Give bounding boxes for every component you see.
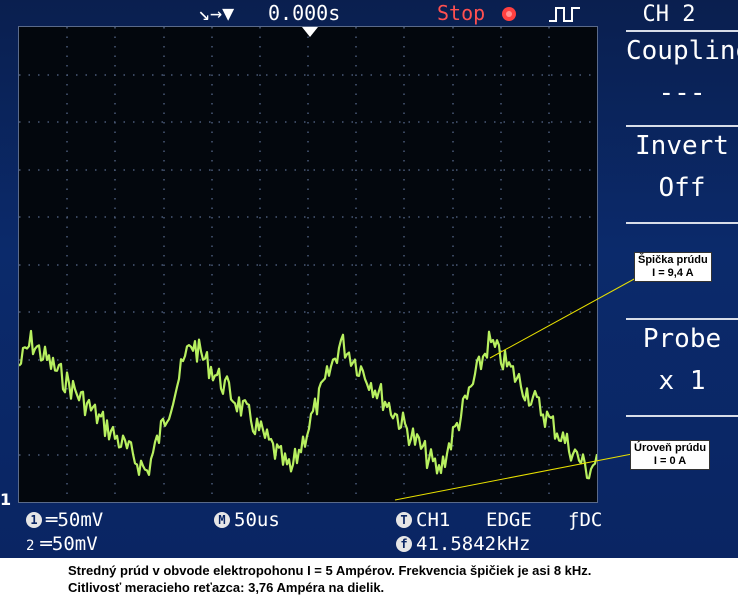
ch1-coupling-icon: ═ — [46, 509, 58, 531]
ch2-status: 2 ═50mV — [26, 533, 98, 555]
menu-coupling-label: Coupling — [626, 36, 738, 66]
frequency-badge: f — [396, 536, 412, 552]
timebase-value: 50us — [234, 509, 280, 531]
ch1-scale: 50mV — [57, 509, 104, 531]
frequency-value: 41.5842kHz — [416, 533, 531, 555]
zero-callout-value: I = 0 A — [653, 455, 687, 467]
waveform-display — [18, 26, 598, 503]
frequency-status: f 41.5842kHz — [396, 533, 530, 555]
zero-callout-title: Úroveň prúdu — [634, 442, 707, 454]
channel-title: CH 2 — [642, 2, 696, 27]
peak-callout-title: Špička prúdu — [638, 254, 708, 266]
ch1-status: 1 ═50mV — [26, 509, 103, 531]
trigger-status: T CH1 — [396, 509, 450, 531]
menu-probe-label: Probe — [642, 324, 722, 354]
trigger-coupling: DC — [579, 509, 603, 531]
menu-coupling[interactable]: Coupling --- — [626, 30, 738, 122]
trigger-source: CH1 — [416, 509, 451, 531]
caption-line-2: Citlivosť meracieho reťazca: 3,76 Ampéra… — [68, 580, 385, 595]
trigger-coupling-status: ƒDC — [568, 509, 602, 531]
pulse-icon — [548, 4, 582, 28]
menu-invert[interactable]: Invert Off — [626, 125, 738, 222]
peak-callout: Špička prúdu I = 9,4 A — [634, 252, 712, 282]
trigger-position-marker — [302, 27, 318, 37]
ch2-scale: 50mV — [51, 533, 98, 555]
zero-callout: Úroveň prúdu I = 0 A — [630, 440, 711, 470]
oscilloscope-screen: ↘→▼ 0.000s Stop 1 CH 2 Coupling --- Inve… — [0, 0, 738, 558]
time-offset: 0.000s — [268, 1, 341, 25]
timebase-badge: M — [214, 512, 230, 528]
run-state[interactable]: Stop — [437, 1, 485, 25]
menu-invert-label: Invert — [635, 131, 729, 161]
ch2-index: 2 — [26, 538, 35, 554]
menu-probe-value: x 1 — [658, 366, 706, 396]
trigger-mode: EDGE — [486, 509, 532, 531]
ch1-trace — [19, 329, 597, 480]
bottom-status-bar: 1 ═50mV 2 ═50mV M 50us T CH1 EDGE ƒDC f 41.58… — [0, 503, 602, 558]
peak-callout-value: I = 9,4 A — [652, 267, 694, 279]
ch1-badge: 1 — [26, 512, 42, 528]
menu-coupling-value: --- — [658, 78, 706, 108]
menu-probe[interactable]: Probe x 1 — [626, 318, 738, 415]
trigger-edge-icon: ƒ — [568, 509, 580, 531]
stop-icon — [500, 4, 518, 28]
trigger-badge: T — [396, 512, 412, 528]
ch2-coupling-icon: ═ — [40, 533, 52, 555]
caption-line-1: Stredný prúd v obvode elektropohonu I = … — [68, 563, 592, 578]
waveform-polyline — [19, 329, 597, 480]
menu-invert-value: Off — [658, 173, 706, 203]
trigger-arrows-icon: ↘→▼ — [198, 1, 235, 25]
timebase-status: M 50us — [214, 509, 280, 531]
figure-caption: Stredný prúd v obvode elektropohonu I = … — [68, 562, 738, 596]
